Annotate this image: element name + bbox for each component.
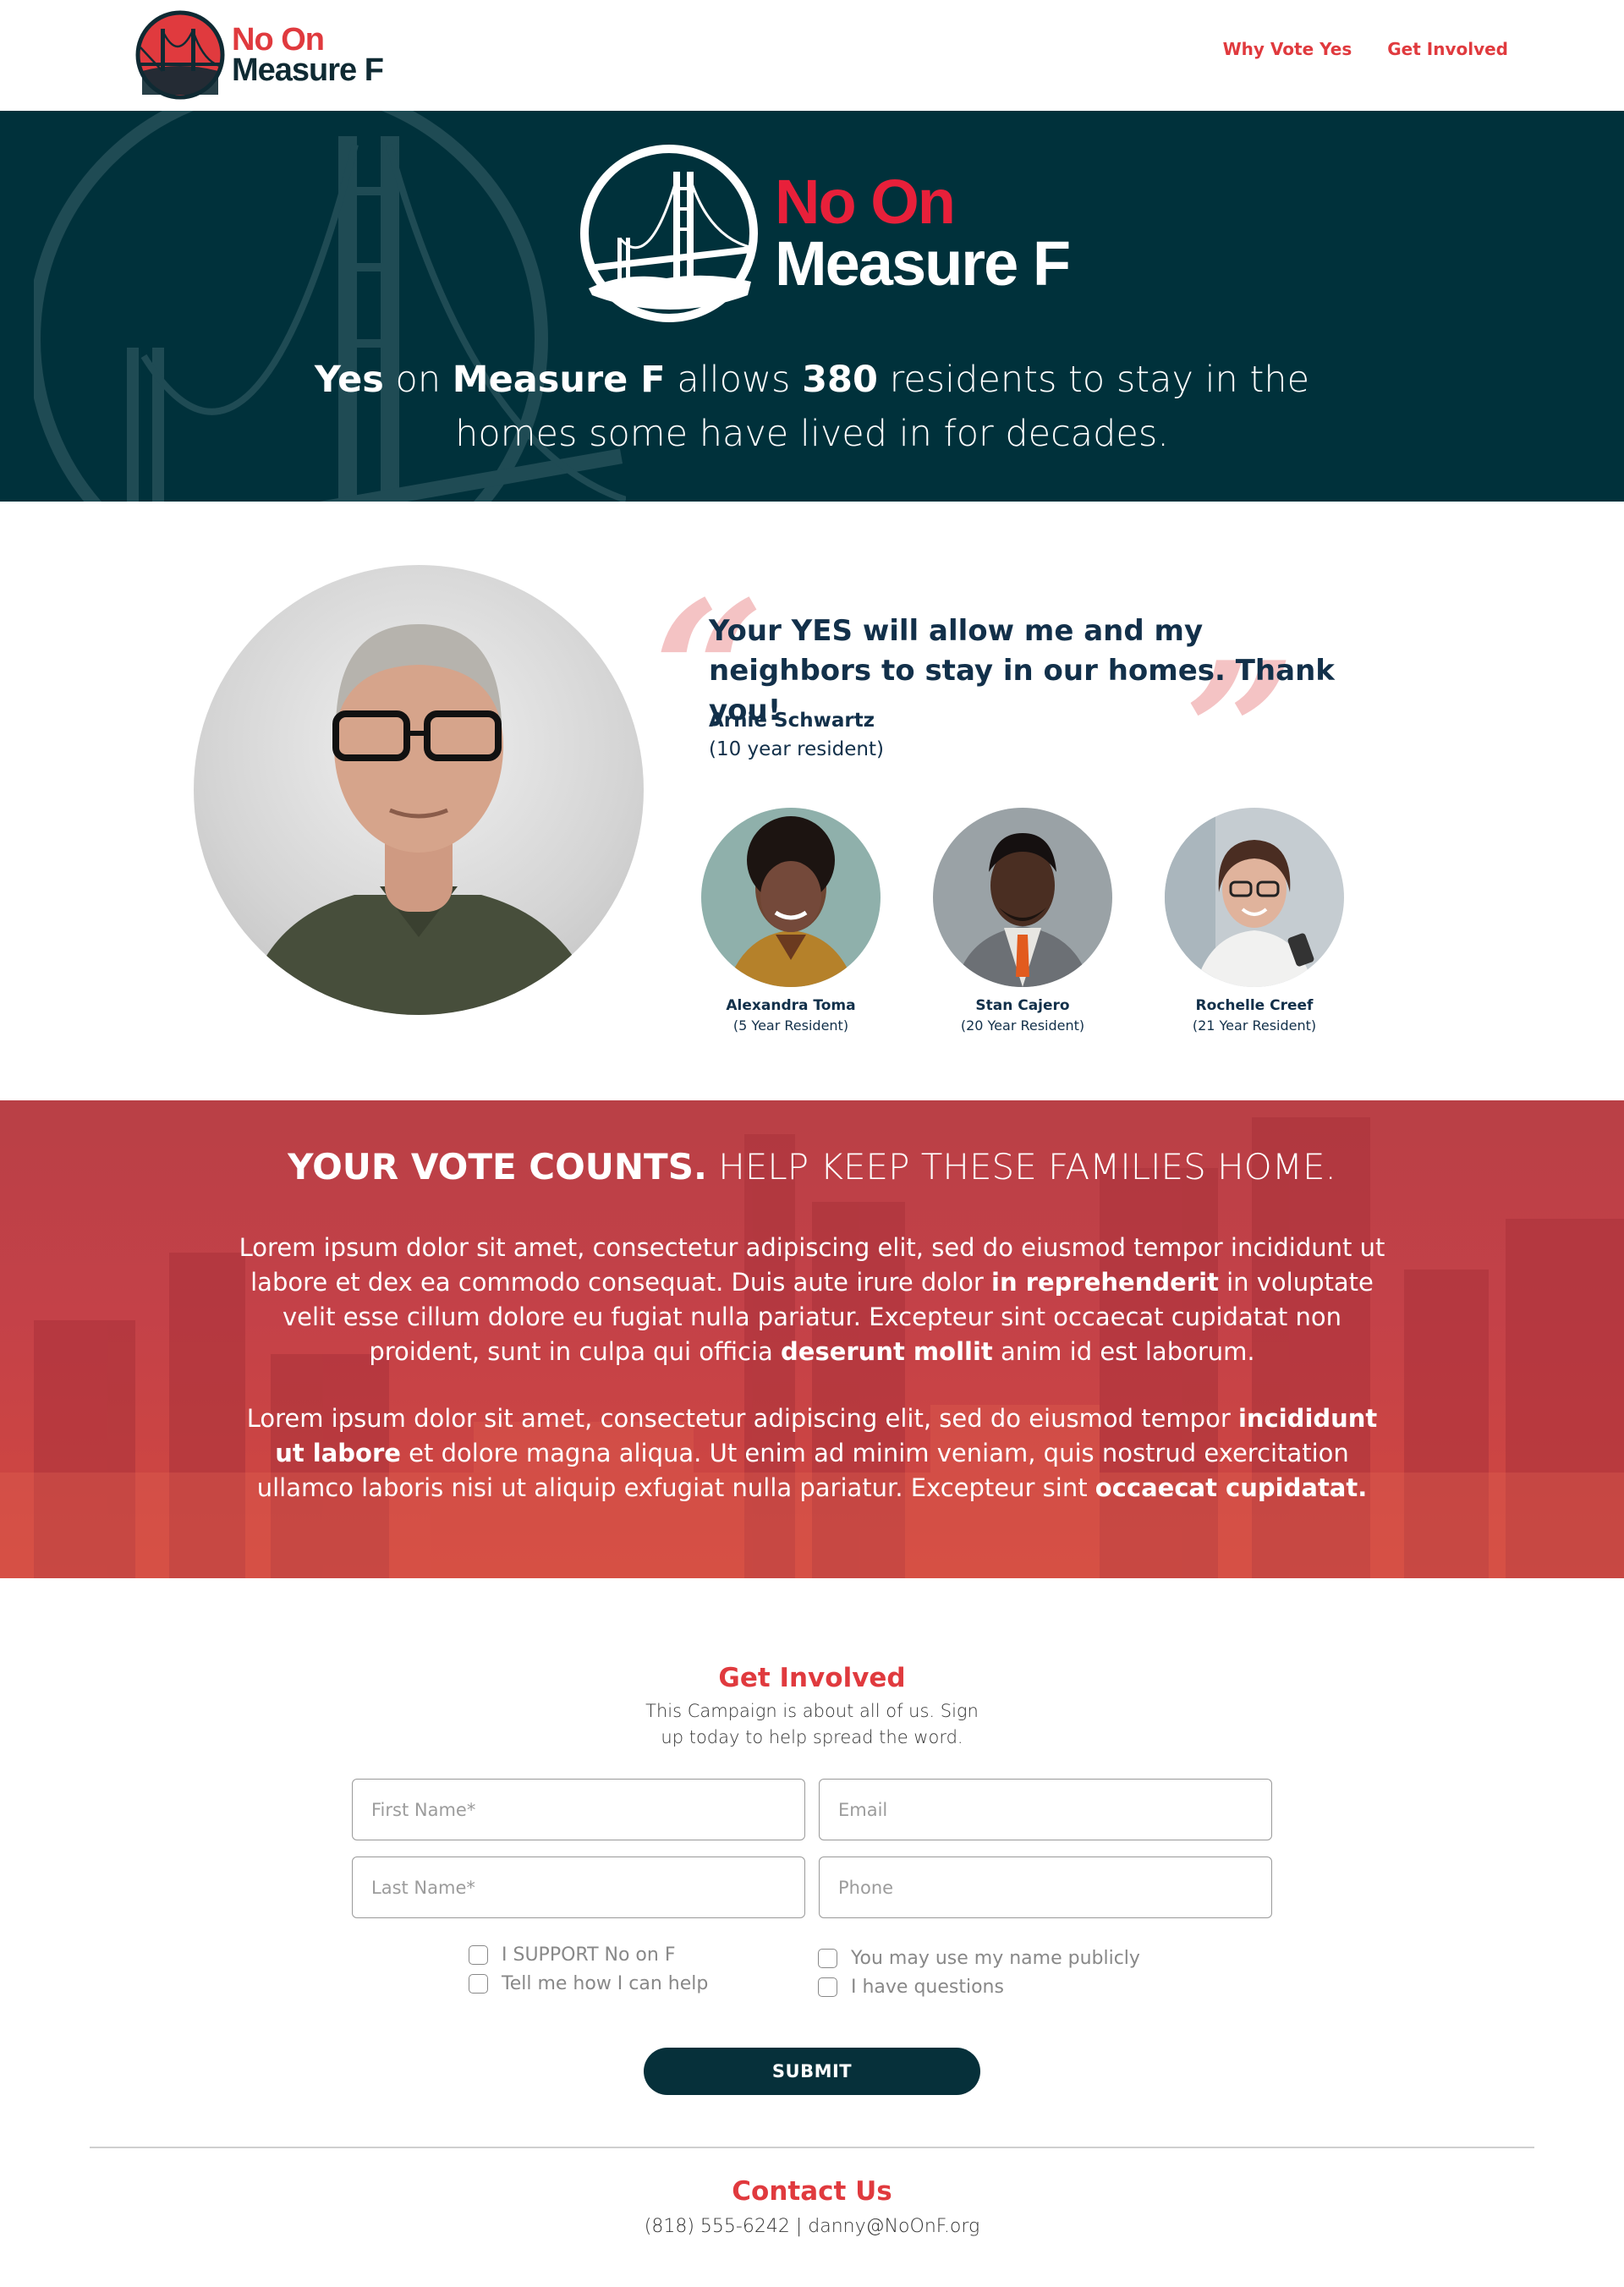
logo-line-1: No On	[232, 21, 325, 58]
testimonial-years: (10 year resident)	[709, 738, 884, 760]
resident-card: Rochelle Creef (21 Year Resident)	[1144, 808, 1364, 1034]
checkbox-icon[interactable]	[469, 1945, 488, 1965]
vote-paragraph-2: Lorem ipsum dolor sit amet, consectetur …	[246, 1404, 1378, 1502]
resident-name: Alexandra Toma	[726, 997, 856, 1014]
resident-card: Alexandra Toma (5 Year Resident)	[681, 808, 901, 1034]
nav-why-vote-yes[interactable]: Why Vote Yes	[1223, 39, 1352, 59]
checkbox-support[interactable]: I SUPPORT No on F	[469, 1944, 675, 1966]
checkbox-icon[interactable]	[818, 1977, 837, 1997]
form-title: Get Involved	[718, 1663, 906, 1693]
resident-name: Stan Cajero	[975, 997, 1070, 1014]
testimonial-name: Arnie Schwartz	[709, 710, 875, 732]
header-logo[interactable]: No On Measure F	[135, 10, 384, 100]
logo-line-2: Measure F	[232, 52, 384, 88]
vote-heading: YOUR VOTE COUNTS. HELP KEEP THESE FAMILI…	[288, 1146, 1336, 1187]
main-nav: Why Vote Yes Get Involved	[1223, 39, 1508, 59]
first-name-field[interactable]	[352, 1779, 805, 1840]
site-header: No On Measure F Why Vote Yes Get Involve…	[0, 0, 1624, 111]
bridge-logo-icon	[135, 10, 225, 100]
checkbox-icon[interactable]	[469, 1974, 488, 1994]
hero-tagline: Yes on Measure F allows 380 residents to…	[314, 359, 1310, 455]
hero-banner: No On Measure F Yes on Measure F allows …	[0, 111, 1624, 502]
phone-field[interactable]	[819, 1856, 1272, 1918]
checkbox-label: Tell me how I can help	[502, 1973, 709, 1994]
resident-card: Stan Cajero (20 Year Resident)	[913, 808, 1133, 1034]
resident-photo	[933, 808, 1112, 987]
checkbox-name-publicly[interactable]: You may use my name publicly	[818, 1948, 1140, 1969]
resident-years: (20 Year Resident)	[960, 1017, 1085, 1034]
hero-logo: No On Measure F	[573, 145, 1071, 322]
vote-paragraph-1: Lorem ipsum dolor sit amet, consectetur …	[239, 1233, 1385, 1366]
testimonial-section: “ ” Your YES will allow me and my neighb…	[0, 502, 1624, 1100]
hero-logo-line-1: No On	[775, 167, 956, 238]
hero-logo-line-2: Measure F	[775, 228, 1071, 299]
nav-get-involved[interactable]: Get Involved	[1387, 39, 1508, 59]
last-name-field[interactable]	[352, 1856, 805, 1918]
email-field[interactable]	[819, 1779, 1272, 1840]
checkbox-questions[interactable]: I have questions	[818, 1977, 1004, 1998]
resident-years: (5 Year Resident)	[732, 1017, 849, 1034]
resident-photo	[1165, 808, 1344, 987]
featured-resident-photo	[194, 565, 644, 1015]
checkbox-icon[interactable]	[818, 1949, 837, 1968]
bridge-logo-icon	[580, 145, 758, 322]
form-subtitle: This Campaign is about all of us. Sign u…	[645, 1701, 979, 1747]
contact-info[interactable]: (818) 555-6242 | danny@NoOnF.org	[0, 2216, 1624, 2237]
submit-button[interactable]: SUBMIT	[644, 2048, 980, 2095]
footer-divider	[90, 2147, 1534, 2148]
checkbox-label: You may use my name publicly	[851, 1948, 1140, 1969]
checkbox-label: I SUPPORT No on F	[502, 1944, 676, 1966]
resident-name: Rochelle Creef	[1195, 997, 1314, 1014]
checkbox-how-help[interactable]: Tell me how I can help	[469, 1973, 708, 1994]
vote-counts-section: YOUR VOTE COUNTS. HELP KEEP THESE FAMILI…	[0, 1100, 1624, 1578]
resident-photo	[701, 808, 881, 987]
checkbox-label: I have questions	[851, 1977, 1004, 1998]
contact-title: Contact Us	[732, 2176, 892, 2207]
resident-years: (21 Year Resident)	[1192, 1017, 1317, 1034]
